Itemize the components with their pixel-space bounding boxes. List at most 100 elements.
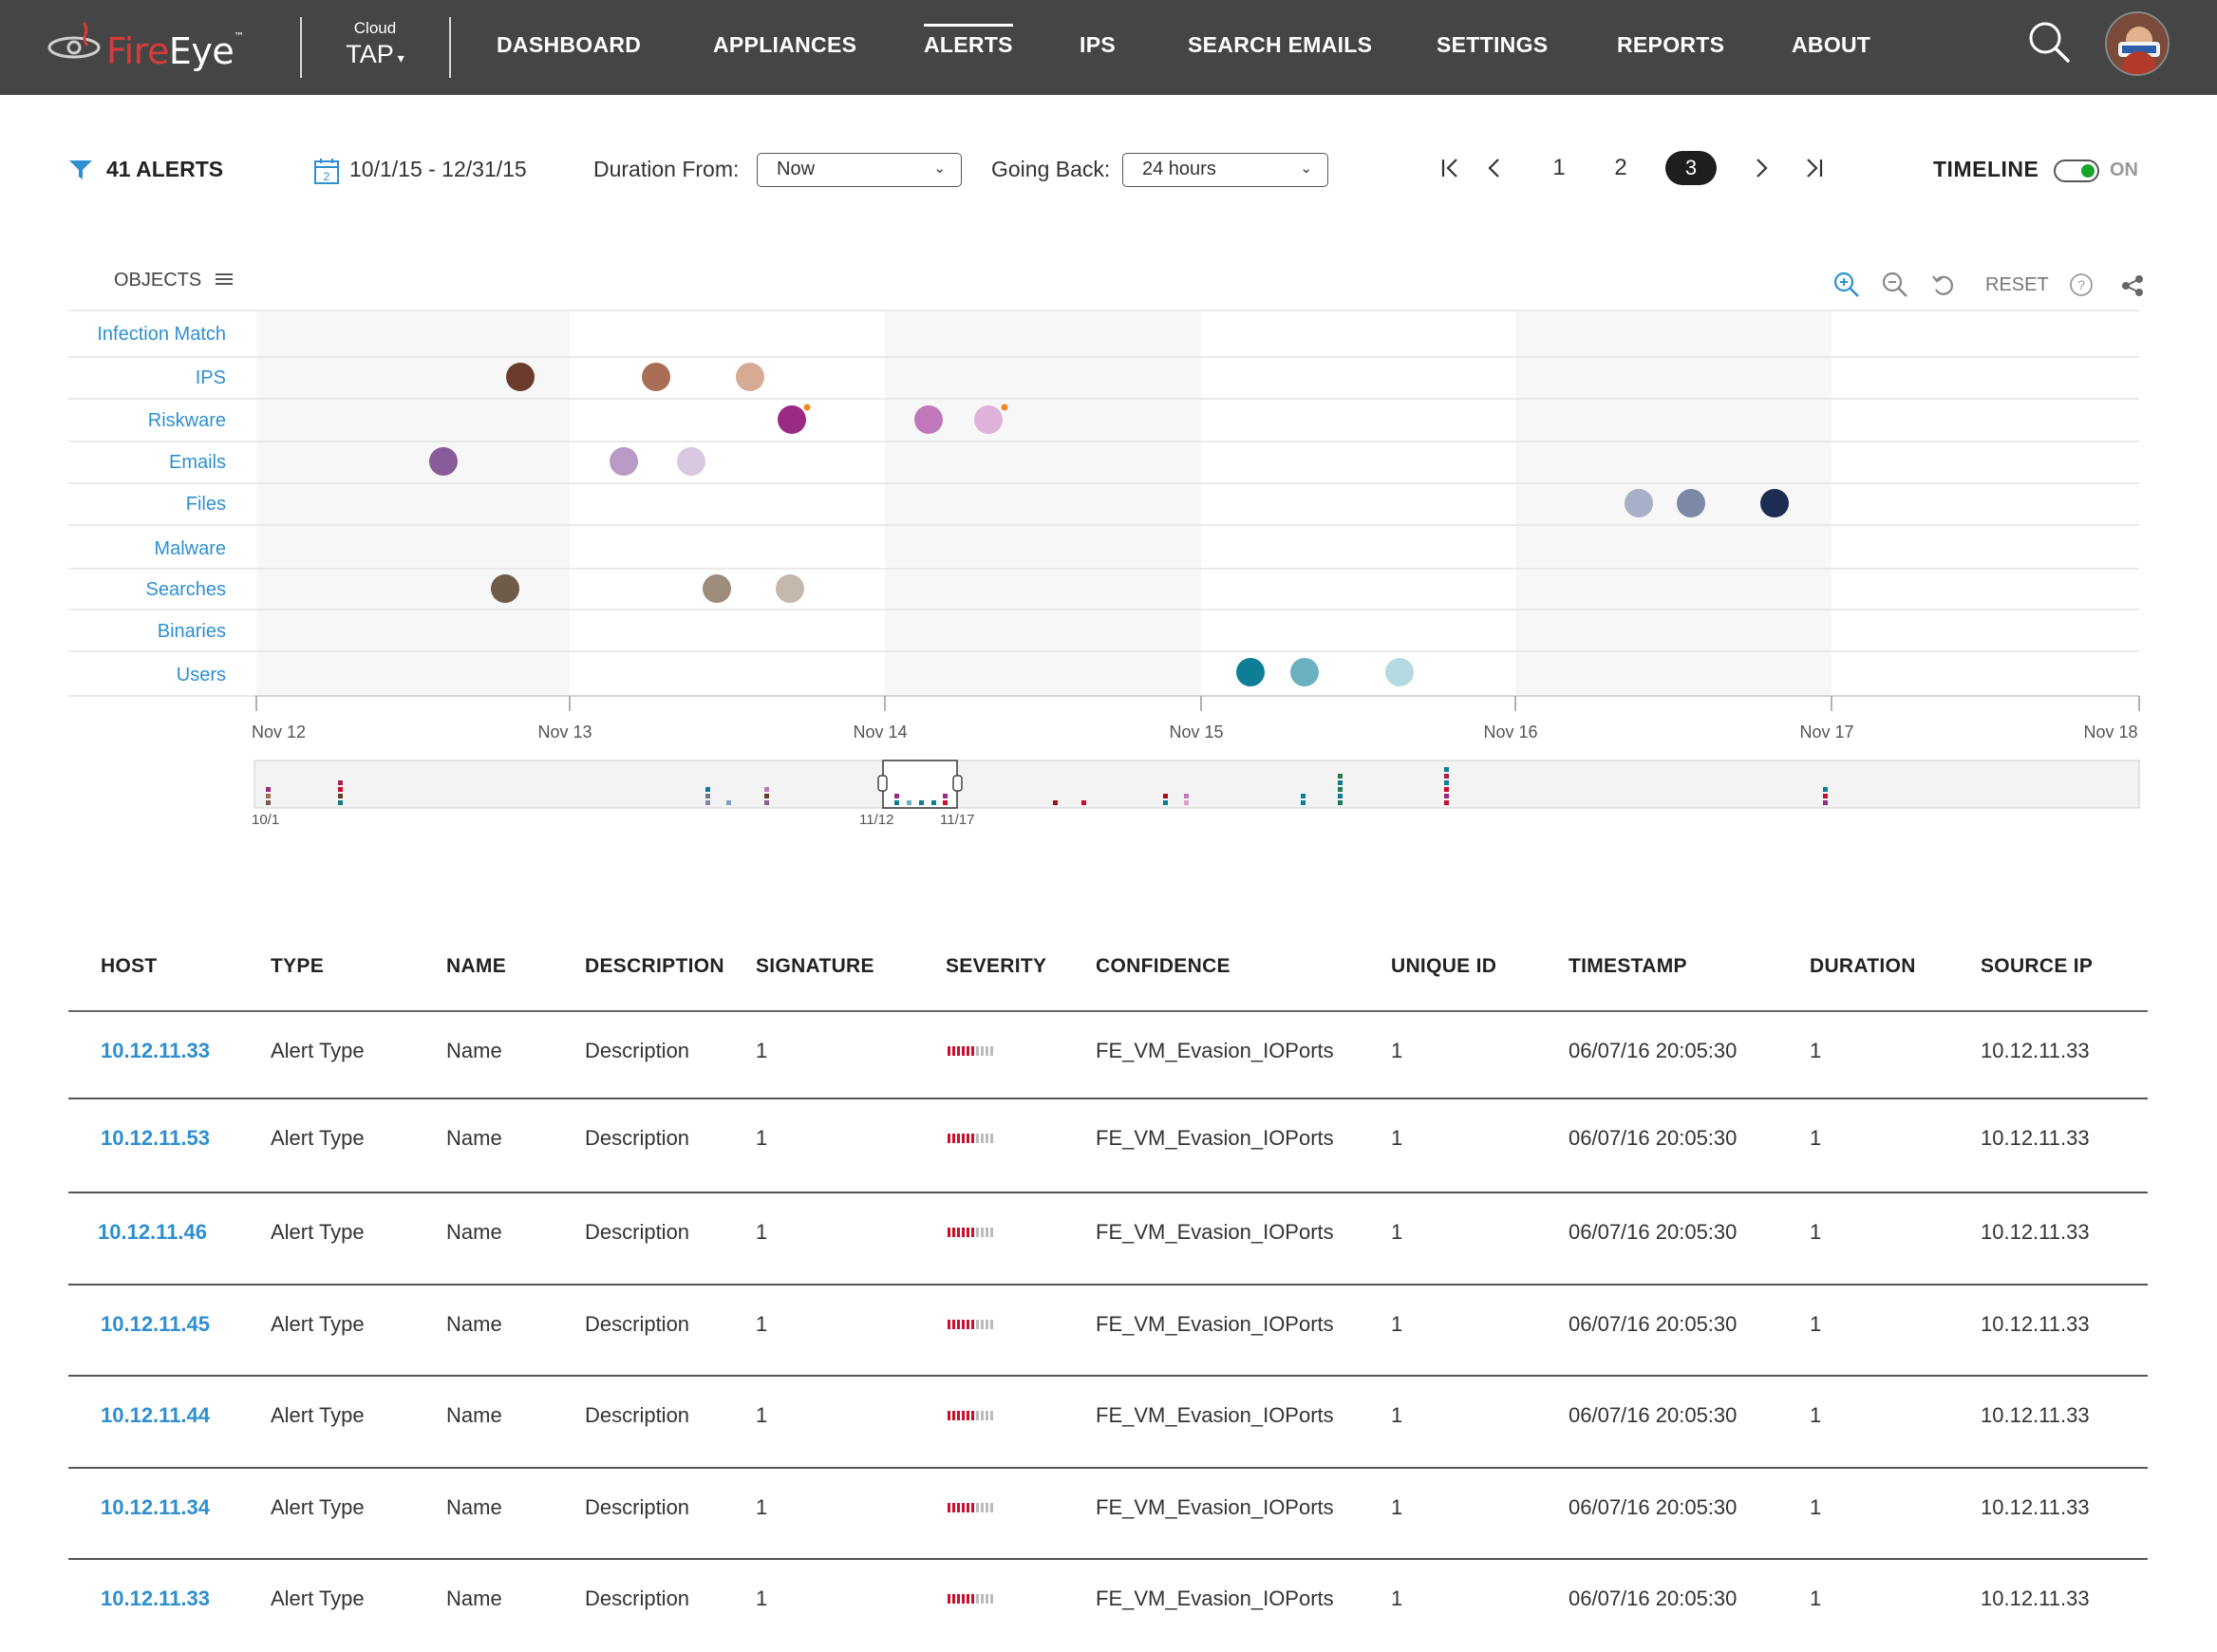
column-header-source-ip[interactable]: SOURCE IP — [1981, 955, 2093, 978]
event-dot-searches[interactable] — [491, 574, 519, 603]
severity-bar — [967, 1411, 969, 1420]
navigator-event-marker — [1338, 780, 1343, 785]
event-dot-users[interactable] — [1236, 658, 1265, 686]
event-dot-ips[interactable] — [506, 363, 535, 391]
column-header-description[interactable]: DESCRIPTION — [585, 955, 724, 978]
event-dot-searches[interactable] — [703, 574, 731, 603]
severity-bar — [976, 1228, 979, 1237]
table-row[interactable]: 10.12.11.45 Alert Type Name Description 1 FE_… — [68, 1286, 2148, 1377]
severity-bar — [986, 1411, 988, 1420]
severity-bar — [971, 1411, 974, 1420]
navigator-event-marker — [705, 800, 710, 805]
event-dot-ips[interactable] — [642, 363, 670, 391]
timeline-row-label[interactable]: IPS — [196, 367, 226, 388]
event-dot-users[interactable] — [1385, 658, 1414, 686]
severity-bar — [952, 1503, 955, 1512]
timeline-row-label[interactable]: Searches — [146, 579, 227, 600]
timeline-row-label[interactable]: Malware — [154, 538, 226, 559]
cell-type: Alert Type — [271, 1126, 365, 1150]
axis-tick-label: Nov 15 — [1169, 723, 1223, 742]
table-row[interactable]: 10.12.11.33 Alert Type Name Description 1 FE_… — [68, 1560, 2148, 1652]
navigator-handle-right[interactable] — [952, 775, 963, 792]
timeline-row-label[interactable]: Emails — [169, 452, 226, 473]
timeline-navigator[interactable] — [254, 760, 2140, 809]
cell-source-ip: 10.12.11.33 — [1981, 1312, 2090, 1336]
severity-bar — [981, 1320, 984, 1329]
column-header-duration[interactable]: DURATION — [1810, 955, 1916, 978]
table-row[interactable]: 10.12.11.44 Alert Type Name Description 1 FE_… — [68, 1377, 2148, 1469]
navigator-event-marker — [1338, 794, 1343, 798]
cell-timestamp: 06/07/16 20:05:30 — [1569, 1220, 1738, 1244]
severity-bar — [976, 1320, 979, 1329]
severity-meter — [948, 1043, 995, 1061]
event-dot-files[interactable] — [1677, 489, 1705, 517]
column-header-confidence[interactable]: CONFIDENCE — [1096, 955, 1231, 978]
table-row[interactable]: 10.12.11.33 Alert Type Name Description 1 FE_… — [68, 1012, 2148, 1099]
event-dot-files[interactable] — [1760, 489, 1789, 517]
axis-tick-label: Nov 18 — [2083, 723, 2137, 742]
event-dot-emails[interactable] — [429, 447, 458, 476]
table-row[interactable]: 10.12.11.53 Alert Type Name Description 1 FE_… — [68, 1099, 2148, 1193]
column-header-unique-id[interactable]: UNIQUE ID — [1391, 955, 1496, 978]
severity-meter — [948, 1131, 995, 1148]
navigator-handle-left[interactable] — [877, 775, 888, 792]
day-band — [885, 310, 1201, 696]
severity-bar — [967, 1320, 969, 1329]
table-row[interactable]: 10.12.11.34 Alert Type Name Description 1 FE_… — [68, 1469, 2148, 1560]
cell-confidence: FE_VM_Evasion_IOPorts — [1096, 1126, 1334, 1150]
event-dot-riskware[interactable] — [914, 405, 943, 434]
cell-unique-id: 1 — [1391, 1495, 1403, 1519]
column-header-signature[interactable]: SIGNATURE — [756, 955, 874, 978]
event-dot-users[interactable] — [1290, 658, 1319, 686]
cell-host[interactable]: 10.12.11.33 — [101, 1586, 210, 1611]
event-dot-riskware[interactable] — [974, 405, 1003, 434]
severity-bar — [990, 1134, 993, 1143]
navigator-date-label: 10/1 — [252, 812, 279, 828]
column-header-host[interactable]: HOST — [101, 955, 158, 978]
cell-host[interactable]: 10.12.11.45 — [101, 1312, 210, 1337]
severity-meter — [948, 1408, 995, 1425]
severity-bar — [962, 1046, 965, 1056]
event-dot-files[interactable] — [1625, 489, 1653, 517]
column-header-name[interactable]: NAME — [446, 955, 506, 978]
navigator-event-marker — [338, 780, 343, 785]
cell-host[interactable]: 10.12.11.46 — [98, 1220, 207, 1245]
timeline-row-label[interactable]: Users — [177, 665, 226, 685]
timeline-row-label[interactable]: Binaries — [158, 621, 226, 642]
timeline-row-label[interactable]: Riskware — [148, 410, 226, 431]
severity-bar — [971, 1134, 974, 1143]
timeline-row-label[interactable]: Files — [186, 494, 226, 515]
severity-bar — [971, 1228, 974, 1237]
cell-name: Name — [446, 1403, 502, 1427]
event-dot-emails[interactable] — [610, 447, 638, 476]
cell-host[interactable]: 10.12.11.33 — [101, 1039, 210, 1063]
cell-host[interactable]: 10.12.11.53 — [101, 1126, 210, 1151]
axis-tick-label: Nov 13 — [537, 723, 592, 742]
timeline-row-label[interactable]: Infection Match — [97, 324, 226, 345]
axis-tick-label: Nov 12 — [252, 723, 306, 742]
table-row[interactable]: 10.12.11.46 Alert Type Name Description 1 FE_… — [68, 1193, 2148, 1286]
navigator-event-marker — [764, 800, 769, 805]
cell-name: Name — [446, 1586, 502, 1610]
cell-host[interactable]: 10.12.11.34 — [101, 1495, 210, 1520]
event-dot-searches[interactable] — [776, 574, 804, 603]
column-header-timestamp[interactable]: TIMESTAMP — [1569, 955, 1687, 978]
cell-timestamp: 06/07/16 20:05:30 — [1569, 1126, 1738, 1150]
alerts-timeline[interactable]: Infection Match IPS Riskware Emails Files Mal… — [0, 0, 2217, 854]
cell-duration: 1 — [1810, 1126, 1822, 1150]
event-dot-emails[interactable] — [677, 447, 705, 476]
event-dot-riskware[interactable] — [778, 405, 806, 434]
cell-description: Description — [585, 1039, 690, 1062]
event-dot-ips[interactable] — [736, 363, 764, 391]
cell-description: Description — [585, 1312, 690, 1336]
cell-host[interactable]: 10.12.11.44 — [101, 1403, 210, 1428]
event-marker — [1001, 404, 1008, 411]
column-header-type[interactable]: TYPE — [271, 955, 324, 978]
severity-bar — [990, 1594, 993, 1604]
cell-unique-id: 1 — [1391, 1039, 1403, 1062]
severity-bar — [948, 1134, 950, 1143]
navigator-event-marker — [266, 800, 271, 805]
column-header-severity[interactable]: SEVERITY — [946, 955, 1046, 978]
severity-bar — [967, 1134, 969, 1143]
navigator-event-marker — [894, 800, 899, 805]
